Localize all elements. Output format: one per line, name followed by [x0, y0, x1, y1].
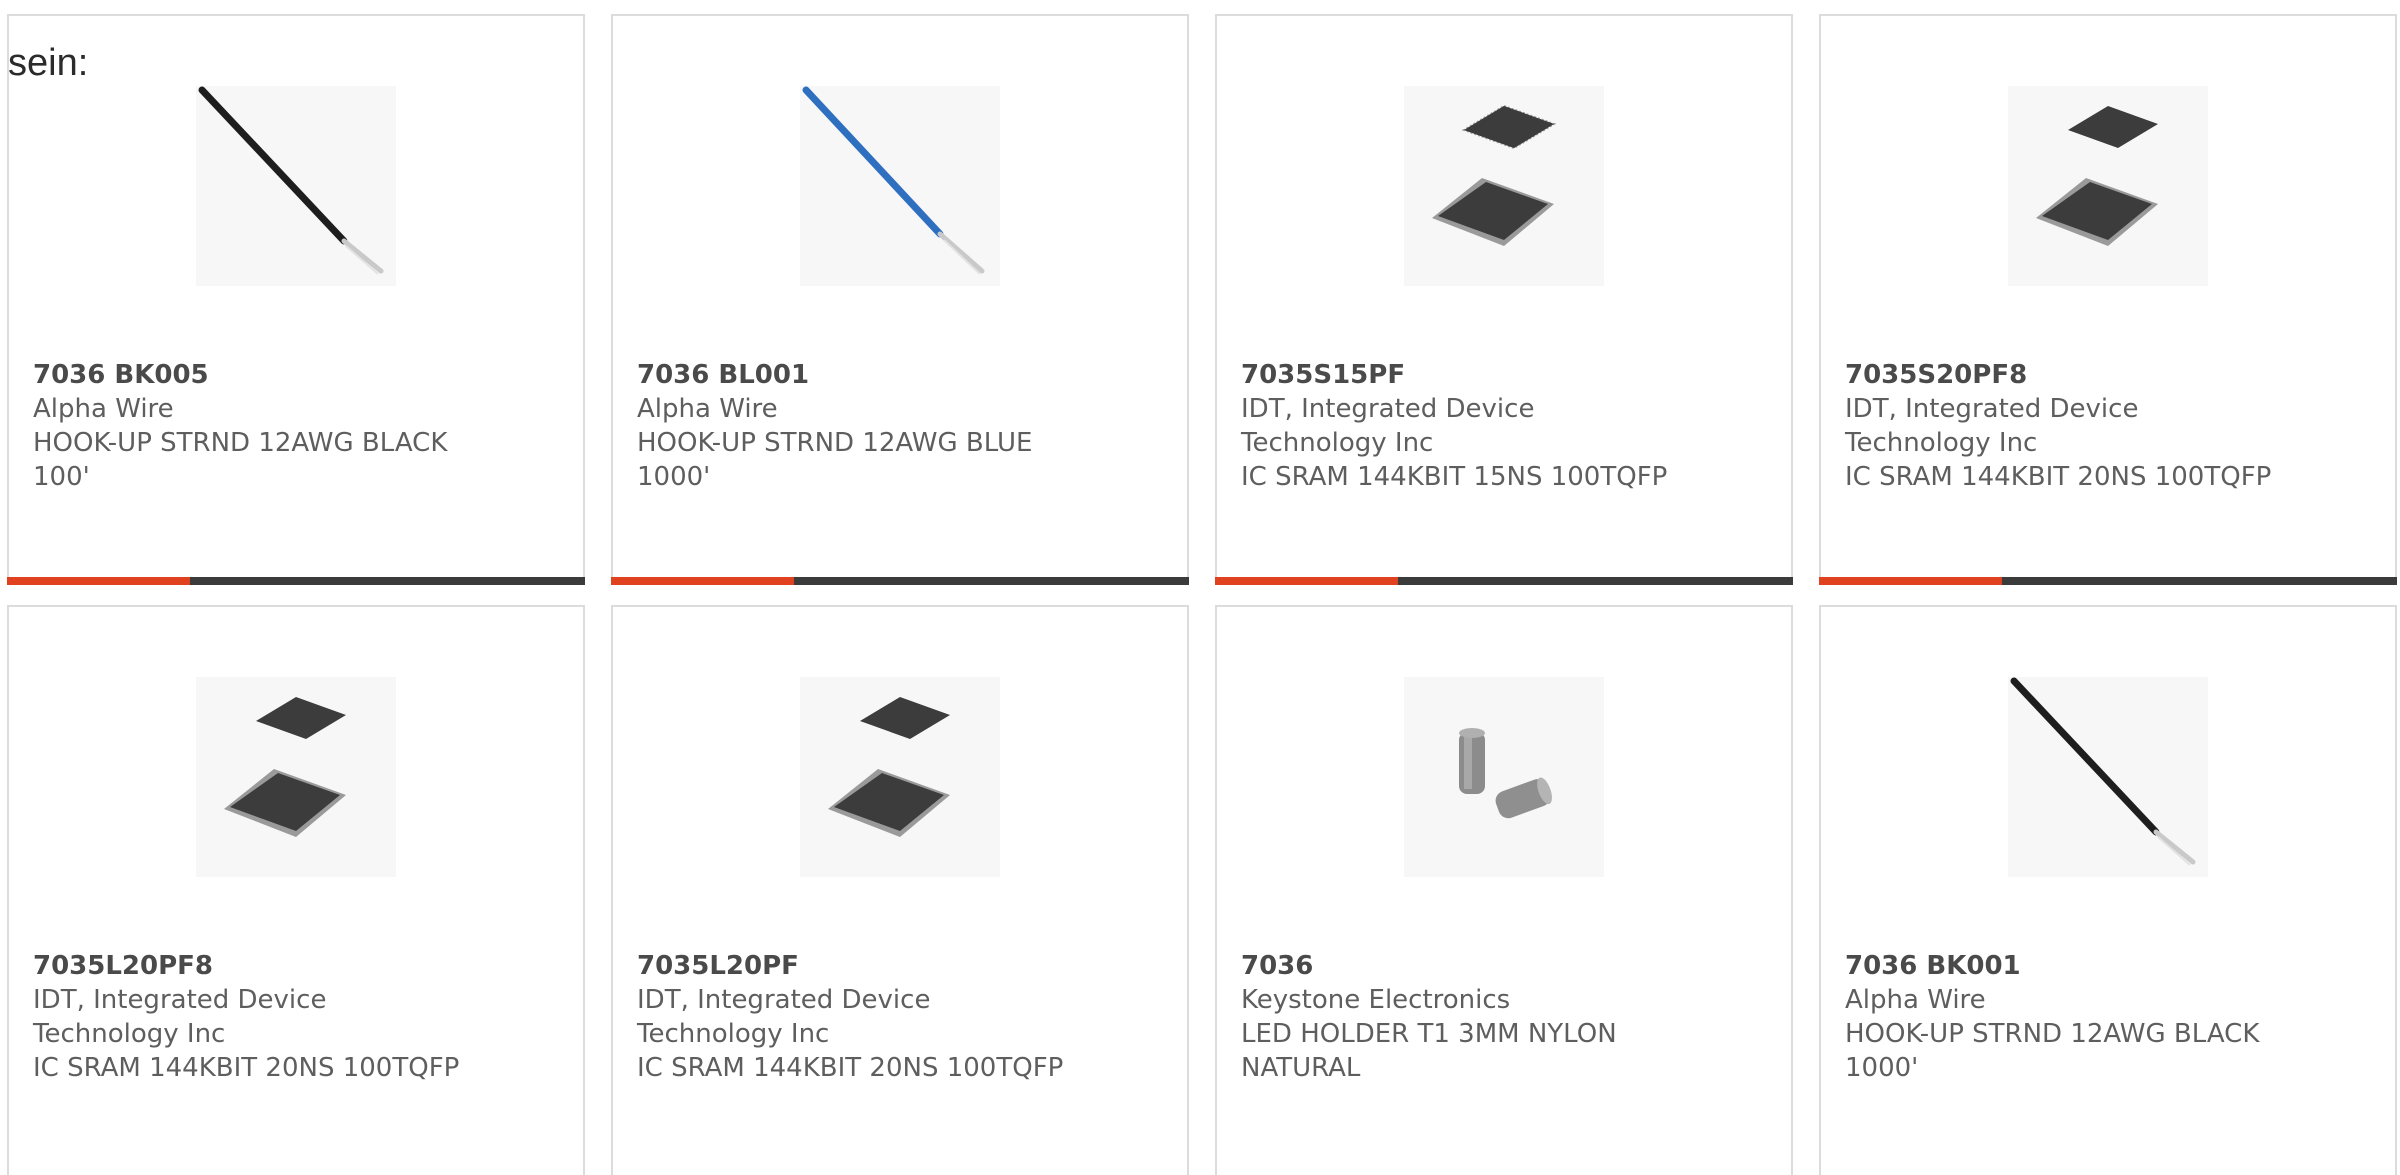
- manufacturer: Alpha Wire: [33, 394, 174, 424]
- product-card[interactable]: 7035L20PF8 IDT, Integrated Device Techno…: [7, 605, 585, 1175]
- description-line: 1000': [1845, 1053, 1919, 1083]
- part-number[interactable]: 7036: [1241, 949, 1781, 983]
- blue-wire-image[interactable]: [800, 86, 1000, 286]
- product-info: 7036 BK001 Alpha Wire HOOK-UP STRND 12AW…: [1845, 949, 2385, 1085]
- product-card[interactable]: 7036 BK005 Alpha Wire HOOK-UP STRND 12AW…: [7, 14, 585, 585]
- card-bottom-bar: [1819, 577, 2397, 585]
- description-line: Technology Inc: [637, 1019, 830, 1049]
- part-number[interactable]: 7035L20PF8: [33, 949, 573, 983]
- card-bottom-bar: [1215, 577, 1793, 585]
- description-line: HOOK-UP STRND 12AWG BLUE: [637, 428, 1033, 458]
- card-bottom-bar: [7, 577, 585, 585]
- manufacturer: Keystone Electronics: [1241, 985, 1511, 1015]
- part-number[interactable]: 7035L20PF: [637, 949, 1177, 983]
- product-card[interactable]: 7035L20PF IDT, Integrated Device Technol…: [611, 605, 1189, 1175]
- product-card[interactable]: 7035S20PF8 IDT, Integrated Device Techno…: [1819, 14, 2397, 585]
- accent-bar: [7, 577, 190, 585]
- product-card[interactable]: 7035S15PF IDT, Integrated Device Technol…: [1215, 14, 1793, 585]
- ic-chip-image[interactable]: [196, 677, 396, 877]
- description-line: IC SRAM 144KBIT 20NS 100TQFP: [33, 1053, 460, 1083]
- product-info: 7036 Keystone Electronics LED HOLDER T1 …: [1241, 949, 1781, 1085]
- manufacturer: IDT, Integrated Device: [1845, 394, 2139, 424]
- product-card[interactable]: 7036 BK001 Alpha Wire HOOK-UP STRND 12AW…: [1819, 605, 2397, 1175]
- part-number[interactable]: 7036 BK005: [33, 358, 573, 392]
- description-line: LED HOLDER T1 3MM NYLON: [1241, 1019, 1617, 1049]
- ic-chip-image[interactable]: [800, 677, 1000, 877]
- part-number[interactable]: 7036 BL001: [637, 358, 1177, 392]
- ic-chip-image[interactable]: [1404, 86, 1604, 286]
- manufacturer: IDT, Integrated Device: [1241, 394, 1535, 424]
- product-info: 7035S15PF IDT, Integrated Device Technol…: [1241, 358, 1781, 494]
- description-line: Technology Inc: [1241, 428, 1434, 458]
- description-line: Technology Inc: [33, 1019, 226, 1049]
- description-line: HOOK-UP STRND 12AWG BLACK: [1845, 1019, 2260, 1049]
- product-card[interactable]: 7036 BL001 Alpha Wire HOOK-UP STRND 12AW…: [611, 14, 1189, 585]
- accent-bar: [1819, 577, 2002, 585]
- manufacturer: Alpha Wire: [1845, 985, 1986, 1015]
- product-grid: 7036 BK005 Alpha Wire HOOK-UP STRND 12AW…: [0, 0, 2400, 1175]
- black-wire-image[interactable]: [196, 86, 396, 286]
- product-info: 7036 BL001 Alpha Wire HOOK-UP STRND 12AW…: [637, 358, 1177, 494]
- product-info: 7035S20PF8 IDT, Integrated Device Techno…: [1845, 358, 2385, 494]
- accent-bar: [1215, 577, 1398, 585]
- description-line: Technology Inc: [1845, 428, 2038, 458]
- description-line: HOOK-UP STRND 12AWG BLACK: [33, 428, 448, 458]
- ic-chip-image[interactable]: [2008, 86, 2208, 286]
- description-line: 1000': [637, 462, 711, 492]
- description-line: IC SRAM 144KBIT 20NS 100TQFP: [1845, 462, 2272, 492]
- part-number[interactable]: 7035S20PF8: [1845, 358, 2385, 392]
- black-wire-image[interactable]: [2008, 677, 2208, 877]
- part-number[interactable]: 7036 BK001: [1845, 949, 2385, 983]
- product-card[interactable]: 7036 Keystone Electronics LED HOLDER T1 …: [1215, 605, 1793, 1175]
- part-number[interactable]: 7035S15PF: [1241, 358, 1781, 392]
- product-info: 7035L20PF IDT, Integrated Device Technol…: [637, 949, 1177, 1085]
- accent-bar: [611, 577, 794, 585]
- manufacturer: IDT, Integrated Device: [637, 985, 931, 1015]
- product-info: 7035L20PF8 IDT, Integrated Device Techno…: [33, 949, 573, 1085]
- led-holder-image[interactable]: [1404, 677, 1604, 877]
- card-bottom-bar: [611, 577, 1189, 585]
- description-line: 100': [33, 462, 90, 492]
- section-heading: sein:: [8, 42, 89, 84]
- manufacturer: Alpha Wire: [637, 394, 778, 424]
- description-line: IC SRAM 144KBIT 20NS 100TQFP: [637, 1053, 1064, 1083]
- product-info: 7036 BK005 Alpha Wire HOOK-UP STRND 12AW…: [33, 358, 573, 494]
- description-line: IC SRAM 144KBIT 15NS 100TQFP: [1241, 462, 1668, 492]
- description-line: NATURAL: [1241, 1053, 1361, 1083]
- manufacturer: IDT, Integrated Device: [33, 985, 327, 1015]
